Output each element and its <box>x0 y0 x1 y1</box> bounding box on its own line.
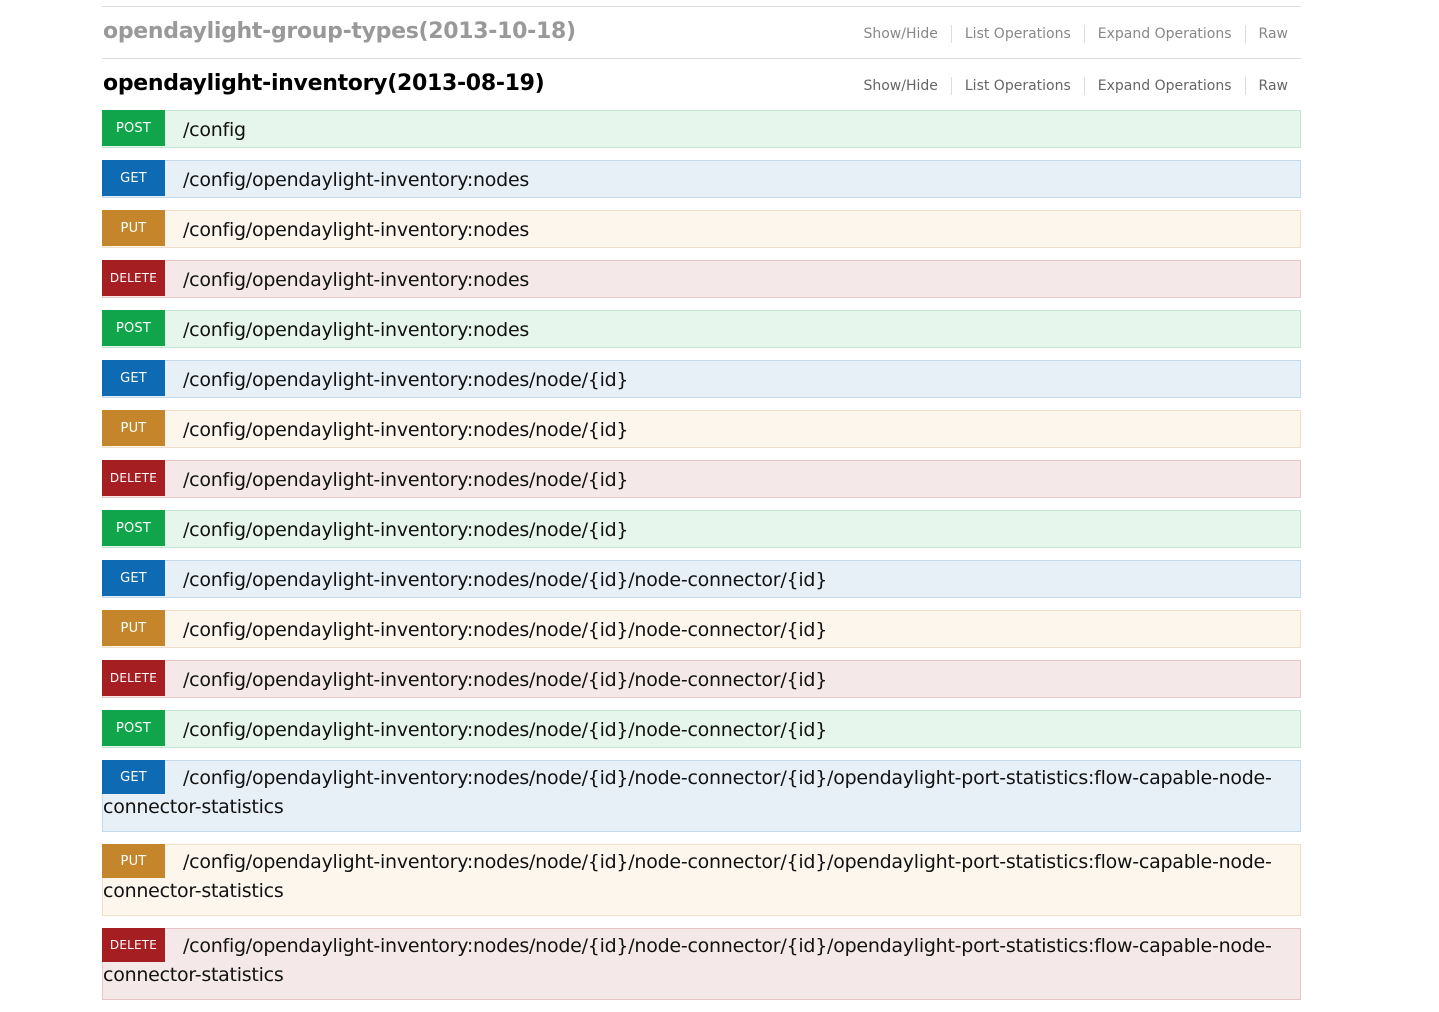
list-operations-link[interactable]: List Operations <box>950 25 1084 43</box>
operation-row[interactable]: PUT /config/opendaylight-inventory:nodes <box>102 210 1301 248</box>
operation-path[interactable]: /config/opendaylight-inventory:nodes <box>183 219 529 241</box>
operation-path[interactable]: /config/opendaylight-inventory:nodes/nod… <box>183 719 827 741</box>
http-method-badge[interactable]: DELETE <box>102 660 165 696</box>
operation-row[interactable]: PUT /config/opendaylight-inventory:nodes… <box>102 410 1301 448</box>
operation-row[interactable]: GET /config/opendaylight-inventory:nodes… <box>102 560 1301 598</box>
http-method-badge[interactable]: POST <box>102 510 165 546</box>
operation-path[interactable]: /config/opendaylight-inventory:nodes/nod… <box>183 469 629 491</box>
operation-path[interactable]: /config/opendaylight-inventory:nodes/nod… <box>183 369 629 391</box>
expand-operations-link[interactable]: Expand Operations <box>1083 25 1245 43</box>
operation-path[interactable]: /config/opendaylight-inventory:nodes/nod… <box>183 569 827 591</box>
operation-path[interactable]: /config/opendaylight-inventory:nodes <box>183 269 529 291</box>
operation-row[interactable]: GET /config/opendaylight-inventory:nodes… <box>102 760 1301 832</box>
operation-path[interactable]: /config/opendaylight-inventory:nodes <box>183 319 529 341</box>
operation-row[interactable]: POST /config <box>102 110 1301 148</box>
operation-row[interactable]: PUT /config/opendaylight-inventory:nodes… <box>102 844 1301 916</box>
expand-operations-link[interactable]: Expand Operations <box>1083 77 1245 95</box>
http-method-badge[interactable]: GET <box>102 160 165 196</box>
http-method-badge[interactable]: PUT <box>102 210 165 246</box>
operation-path[interactable]: /config/opendaylight-inventory:nodes/nod… <box>103 764 1283 822</box>
http-method-badge[interactable]: POST <box>102 310 165 346</box>
raw-link[interactable]: Raw <box>1244 25 1301 43</box>
resource-heading: opendaylight-group-types(2013-10-18) Sho… <box>102 7 1301 58</box>
resource-options: Show/Hide List Operations Expand Operati… <box>850 25 1301 43</box>
http-method-badge[interactable]: GET <box>102 560 165 596</box>
http-method-badge[interactable]: DELETE <box>102 460 165 496</box>
resource-heading: opendaylight-inventory(2013-08-19) Show/… <box>102 59 1301 110</box>
resource-group-types: opendaylight-group-types(2013-10-18) Sho… <box>102 6 1301 59</box>
operation-row[interactable]: POST /config/opendaylight-inventory:node… <box>102 310 1301 348</box>
operation-path[interactable]: /config/opendaylight-inventory:nodes/nod… <box>103 932 1283 990</box>
operation-row[interactable]: POST /config/opendaylight-inventory:node… <box>102 510 1301 548</box>
operation-row[interactable]: POST /config/opendaylight-inventory:node… <box>102 710 1301 748</box>
resource-title[interactable]: opendaylight-group-types(2013-10-18) <box>103 19 576 44</box>
resource-inventory: opendaylight-inventory(2013-08-19) Show/… <box>102 59 1301 1000</box>
operation-path[interactable]: /config/opendaylight-inventory:nodes/nod… <box>103 848 1283 906</box>
operation-row[interactable]: DELETE /config/opendaylight-inventory:no… <box>102 260 1301 298</box>
operation-path[interactable]: /config/opendaylight-inventory:nodes/nod… <box>183 619 827 641</box>
resource-options: Show/Hide List Operations Expand Operati… <box>850 77 1301 95</box>
operation-row[interactable]: DELETE /config/opendaylight-inventory:no… <box>102 460 1301 498</box>
http-method-badge[interactable]: POST <box>102 110 165 146</box>
operation-path[interactable]: /config/opendaylight-inventory:nodes/nod… <box>183 419 629 441</box>
show-hide-link[interactable]: Show/Hide <box>850 25 950 43</box>
operation-row[interactable]: GET /config/opendaylight-inventory:nodes… <box>102 360 1301 398</box>
operation-path[interactable]: /config/opendaylight-inventory:nodes <box>183 169 529 191</box>
http-method-badge[interactable]: GET <box>102 360 165 396</box>
http-method-badge[interactable]: DELETE <box>102 260 165 296</box>
operation-row[interactable]: DELETE /config/opendaylight-inventory:no… <box>102 928 1301 1000</box>
list-operations-link[interactable]: List Operations <box>950 77 1084 95</box>
http-method-badge[interactable]: POST <box>102 710 165 746</box>
operation-row[interactable]: DELETE /config/opendaylight-inventory:no… <box>102 660 1301 698</box>
raw-link[interactable]: Raw <box>1244 77 1301 95</box>
show-hide-link[interactable]: Show/Hide <box>850 77 950 95</box>
operation-row[interactable]: GET /config/opendaylight-inventory:nodes <box>102 160 1301 198</box>
resource-title[interactable]: opendaylight-inventory(2013-08-19) <box>103 71 545 96</box>
operation-path[interactable]: /config/opendaylight-inventory:nodes/nod… <box>183 519 629 541</box>
operation-path[interactable]: /config/opendaylight-inventory:nodes/nod… <box>183 669 827 691</box>
http-method-badge[interactable]: PUT <box>102 610 165 646</box>
http-method-badge[interactable]: PUT <box>102 410 165 446</box>
api-docs-container: opendaylight-group-types(2013-10-18) Sho… <box>102 0 1301 1012</box>
operation-path[interactable]: /config <box>183 119 246 141</box>
operation-row[interactable]: PUT /config/opendaylight-inventory:nodes… <box>102 610 1301 648</box>
